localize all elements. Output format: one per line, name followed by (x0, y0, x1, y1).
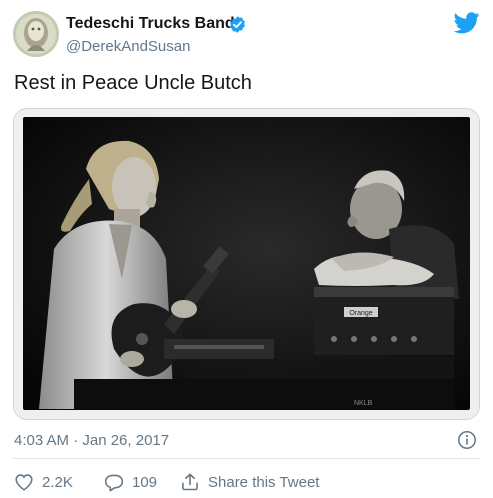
verified-badge-icon (230, 16, 245, 33)
tweet-photo[interactable]: Orange NKLB (13, 108, 480, 420)
tweet-embed: Tedeschi Trucks Band @DerekAndSusan Rest… (0, 0, 493, 498)
like-count: 2.2K (42, 473, 73, 491)
author-handle[interactable]: @DerekAndSusan (66, 38, 190, 55)
share-button[interactable]: Share this Tweet (180, 471, 319, 493)
tweet-text: Rest in Peace Uncle Butch (14, 72, 252, 94)
avatar[interactable] (13, 11, 59, 57)
amp-brand-label: Orange (349, 310, 372, 317)
reply-count: 109 (132, 473, 158, 491)
twitter-bird-icon[interactable] (454, 12, 480, 34)
reply-button[interactable]: 109 (104, 471, 157, 493)
heart-icon (15, 474, 33, 491)
avatar-image (13, 11, 59, 57)
tweet-timestamp[interactable]: 4:03 AM · Jan 26, 2017 (14, 432, 169, 449)
reply-bubble-icon (104, 474, 124, 491)
share-icon (182, 473, 198, 491)
divider (13, 458, 480, 459)
share-label: Share this Tweet (208, 473, 320, 491)
info-icon[interactable] (457, 430, 477, 450)
like-button[interactable]: 2.2K (14, 471, 73, 493)
author-name[interactable]: Tedeschi Trucks Band (66, 15, 235, 33)
speaker-label: NKLB (354, 400, 373, 407)
photo-image: Orange NKLB (14, 109, 479, 419)
